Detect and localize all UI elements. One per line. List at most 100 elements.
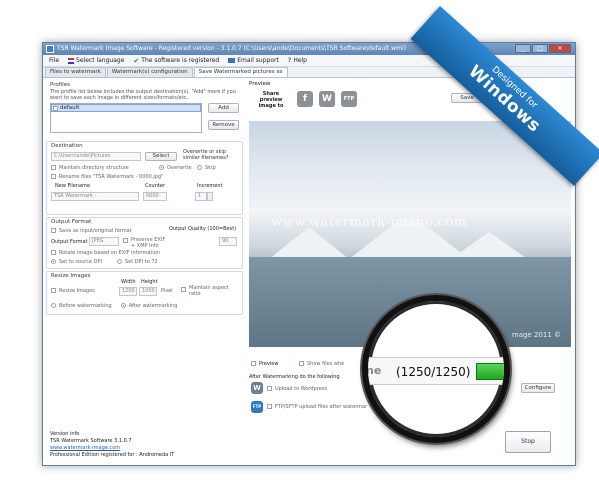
upload-wp-label: Upload to Wordpress bbox=[275, 386, 327, 392]
menu-language[interactable]: Select language bbox=[68, 57, 124, 64]
menu-bar: File Select language ✔ The software is r… bbox=[43, 55, 575, 67]
envelope-icon bbox=[228, 58, 236, 63]
left-panel: Profiles The profile list below includes… bbox=[46, 81, 243, 462]
height-input[interactable]: 1000 bbox=[139, 287, 157, 296]
profiles-description: The profile list below includes the outp… bbox=[50, 89, 236, 101]
aspect-checkbox[interactable] bbox=[181, 287, 186, 292]
overwrite-radio[interactable] bbox=[159, 165, 164, 170]
checkmark-icon: ✔ bbox=[133, 56, 140, 65]
wordpress-upload-icon: W bbox=[251, 382, 263, 394]
destination-path[interactable]: C:\Users\ande\Pictures bbox=[51, 152, 141, 161]
before-watermark-radio[interactable] bbox=[51, 303, 56, 308]
counter-input[interactable]: 0000 bbox=[143, 192, 167, 201]
resize-checkbox[interactable] bbox=[51, 288, 56, 293]
preserve-exif-checkbox[interactable] bbox=[123, 238, 128, 243]
maintain-structure-label: Maintain directory structure bbox=[59, 165, 129, 171]
width-input[interactable]: 1200 bbox=[119, 287, 137, 296]
menu-registered[interactable]: ✔ The software is registered bbox=[133, 57, 219, 65]
new-filename-input[interactable]: TSR Watermark - bbox=[51, 192, 139, 201]
version-title: Version info bbox=[50, 431, 80, 437]
progress-count: (1250/1250) bbox=[396, 365, 471, 379]
facebook-icon[interactable]: f bbox=[297, 91, 313, 107]
preview-checkbox-label: Preview bbox=[259, 361, 279, 367]
upload-wp-checkbox[interactable] bbox=[267, 386, 272, 391]
ftp-icon[interactable]: FTP bbox=[341, 91, 357, 107]
version-line1: TSR Watermark Software 3.1.0.7 bbox=[50, 438, 132, 444]
source-dpi-label: Set to source DPI bbox=[59, 259, 102, 265]
version-group: Version info TSR Watermark Software 3.1.… bbox=[46, 431, 243, 465]
add-profile-button[interactable]: Add bbox=[208, 103, 239, 113]
version-line3: Professional Edition registered for : An… bbox=[50, 452, 175, 458]
skip-radio[interactable] bbox=[197, 165, 202, 170]
output-group: Output Format Save as input/original for… bbox=[46, 217, 243, 269]
configure-button[interactable]: Configure bbox=[521, 383, 555, 393]
destination-title: Destination bbox=[51, 143, 83, 149]
window-controls: _ □ ✕ bbox=[515, 44, 571, 53]
after-title: After Watermarking do the following bbox=[249, 374, 340, 380]
app-icon bbox=[46, 45, 54, 53]
profiles-list[interactable]: default bbox=[50, 103, 202, 133]
menu-help[interactable]: ? Help bbox=[288, 57, 307, 64]
minimize-button[interactable]: _ bbox=[515, 44, 531, 53]
show-files-checkbox[interactable] bbox=[299, 361, 304, 366]
resize-group: Resize Images Width Height Resize Images… bbox=[46, 271, 243, 315]
rename-label: Rename files "TSR Watermark - 0000.jpg" bbox=[59, 174, 164, 180]
before-watermark-label: Before watermarking bbox=[59, 303, 112, 309]
counter-label: Counter bbox=[145, 183, 165, 189]
menu-email[interactable]: Email support bbox=[228, 57, 279, 64]
tab-watermark-config[interactable]: Watermark(s) configuration bbox=[106, 67, 193, 77]
destination-group: Destination C:\Users\ande\Pictures Selec… bbox=[46, 141, 243, 215]
rotate-checkbox[interactable] bbox=[51, 250, 56, 255]
preserve-exif-label: Preserve EXIF + XMP Info bbox=[131, 237, 166, 249]
brand-fragment: ne bbox=[366, 364, 382, 377]
copyright-text: mage 2011 © bbox=[511, 331, 561, 339]
profile-item[interactable]: default bbox=[51, 104, 201, 112]
format-select[interactable]: JPEG bbox=[89, 237, 119, 246]
ftp-upload-label: FTP/SFTP upload files after watermar bbox=[275, 404, 368, 410]
select-destination-button[interactable]: Select bbox=[145, 152, 177, 161]
rotate-label: Rotate image based on EXIF information bbox=[59, 250, 161, 256]
dpi-72-radio[interactable] bbox=[117, 259, 122, 264]
after-watermark-label: After watermarking bbox=[129, 303, 178, 309]
aspect-label: Maintain aspect ratio bbox=[189, 285, 229, 297]
output-title: Output Format bbox=[51, 219, 92, 225]
menu-file[interactable]: File bbox=[49, 57, 59, 64]
preview-title: Preview bbox=[249, 81, 271, 87]
preview-checkbox[interactable] bbox=[251, 361, 256, 366]
tab-save[interactable]: Save Watermarked pictures as bbox=[193, 67, 288, 77]
after-watermark-radio[interactable] bbox=[121, 303, 126, 308]
unit-label: Pixel bbox=[161, 288, 173, 294]
increment-stepper[interactable] bbox=[207, 192, 213, 201]
rename-checkbox[interactable] bbox=[51, 174, 56, 179]
width-label: Width bbox=[121, 279, 136, 285]
ftp-upload-checkbox[interactable] bbox=[267, 404, 272, 409]
profile-checkbox[interactable] bbox=[53, 106, 58, 111]
resize-title: Resize Images bbox=[51, 273, 91, 279]
quality-input[interactable]: 90 bbox=[219, 237, 237, 246]
close-button[interactable]: ✕ bbox=[549, 44, 571, 53]
wordpress-icon[interactable]: W bbox=[319, 91, 335, 107]
profiles-group: Profiles The profile list below includes… bbox=[46, 81, 243, 141]
resize-label: Resize Images bbox=[59, 288, 95, 294]
question-icon: ? bbox=[287, 57, 292, 64]
save-original-checkbox[interactable] bbox=[51, 228, 56, 233]
watermark-text: www.watermark-image.com bbox=[271, 215, 467, 230]
tab-files[interactable]: Files to watermark bbox=[45, 67, 106, 77]
increment-input[interactable]: 1 bbox=[195, 192, 207, 201]
stop-button[interactable]: Stop bbox=[505, 431, 551, 453]
maximize-button[interactable]: □ bbox=[532, 44, 548, 53]
quality-label: Output Quality (100=Best) bbox=[169, 226, 237, 232]
remove-profile-button[interactable]: Remove bbox=[208, 120, 239, 130]
save-preview-button[interactable]: Save bbox=[451, 93, 483, 103]
format-label: Output Format bbox=[51, 239, 88, 245]
skip-label: Skip bbox=[205, 165, 216, 171]
flag-icon bbox=[68, 57, 75, 64]
magnifier-overlay: ne (1250/1250) bbox=[362, 295, 510, 443]
maintain-structure-checkbox[interactable] bbox=[51, 165, 56, 170]
height-label: Height bbox=[141, 279, 158, 285]
source-dpi-radio[interactable] bbox=[51, 259, 56, 264]
website-link[interactable]: www.watermark-image.com bbox=[50, 445, 120, 451]
show-files-label: Show files whe bbox=[307, 361, 345, 367]
share-label: Share preview image to bbox=[258, 91, 284, 109]
tab-bar: Files to watermark Watermark(s) configur… bbox=[43, 67, 575, 77]
